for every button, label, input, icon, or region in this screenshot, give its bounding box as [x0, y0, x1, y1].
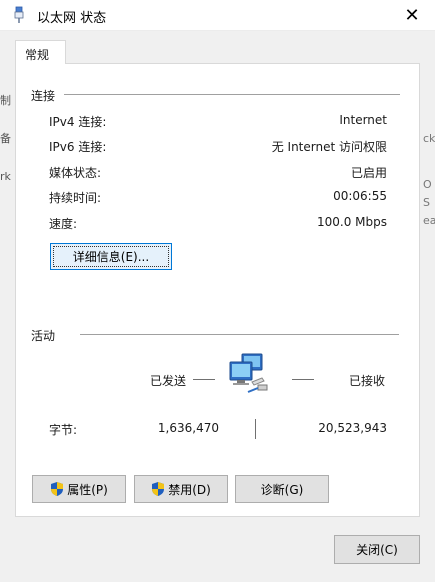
- ipv6-label: IPv6 连接:: [49, 140, 107, 154]
- close-window-button[interactable]: ✕: [389, 0, 435, 31]
- sent-label: 已发送: [150, 374, 187, 388]
- speed-label: 速度:: [49, 217, 78, 231]
- close-icon: ✕: [404, 5, 420, 26]
- bytes-separator: [255, 419, 256, 439]
- general-panel: [15, 63, 420, 517]
- disable-button[interactable]: 禁用(D): [134, 475, 228, 503]
- connection-group-title: 连接: [31, 89, 56, 103]
- media-state-value: 已启用: [350, 166, 387, 180]
- activity-group-title: 活动: [31, 329, 56, 343]
- speed-value: 100.0 Mbps: [316, 215, 387, 229]
- bg-text: O: [423, 178, 432, 191]
- bg-text: 制: [0, 94, 11, 107]
- background-window-fragment-right: ck O S ea: [423, 130, 435, 230]
- activity-divider: [80, 334, 399, 335]
- ipv4-label: IPv4 连接:: [49, 115, 107, 129]
- diagnose-button[interactable]: 诊断(G): [235, 475, 329, 503]
- bytes-received-value: 20,523,943: [318, 421, 387, 435]
- window-title: 以太网 状态: [37, 11, 107, 26]
- bytes-label: 字节:: [49, 423, 78, 437]
- bg-text: rk: [0, 170, 11, 183]
- ipv4-value: Internet: [339, 113, 387, 127]
- media-state-label: 媒体状态:: [49, 166, 102, 180]
- bg-text: ck: [423, 132, 435, 145]
- ipv6-value: 无 Internet 访问权限: [271, 140, 387, 154]
- bg-text: S: [423, 196, 430, 209]
- tab-general[interactable]: 常规: [15, 40, 66, 64]
- network-computers-icon: [229, 353, 268, 393]
- diagnose-button-label: 诊断(G): [260, 482, 304, 497]
- background-window-fragment-left: 制 备 rk: [0, 90, 11, 188]
- received-label: 已接收: [349, 374, 386, 388]
- connection-divider: [64, 94, 400, 95]
- close-button[interactable]: 关闭(C): [334, 535, 420, 564]
- network-cable-icon: [14, 6, 24, 23]
- duration-value: 00:06:55: [333, 189, 387, 203]
- title-bar: 以太网 状态 ✕: [0, 0, 435, 31]
- bytes-sent-value: 1,636,470: [157, 421, 219, 435]
- bg-text: ea: [423, 214, 435, 227]
- bg-text: 备: [0, 132, 11, 145]
- received-dash: [292, 379, 314, 380]
- tab-label: 常规: [25, 48, 50, 62]
- sent-dash: [193, 379, 215, 380]
- uac-shield-icon: [152, 482, 165, 496]
- uac-shield-icon: [51, 482, 64, 496]
- details-button[interactable]: 详细信息(E)...: [50, 243, 172, 270]
- properties-button-label: 属性(P): [67, 482, 108, 497]
- details-button-label: 详细信息(E)...: [72, 250, 150, 264]
- duration-label: 持续时间:: [49, 191, 102, 205]
- disable-button-label: 禁用(D): [168, 482, 211, 497]
- properties-button[interactable]: 属性(P): [32, 475, 126, 503]
- close-button-label: 关闭(C): [356, 543, 398, 557]
